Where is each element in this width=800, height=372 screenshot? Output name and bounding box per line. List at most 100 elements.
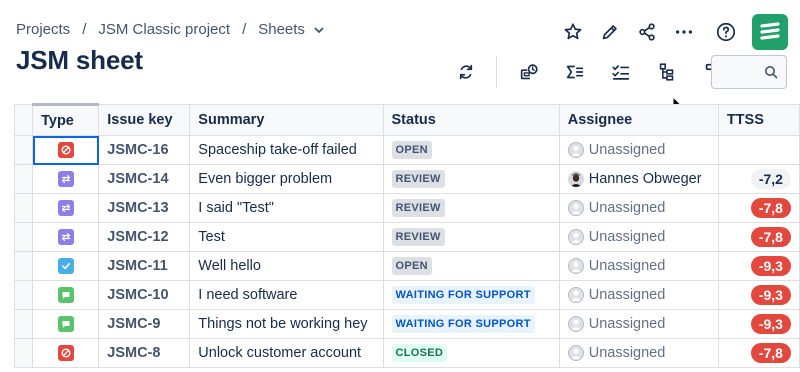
cell-assignee[interactable]: Unassigned <box>558 222 719 252</box>
cell-status[interactable]: CLOSED <box>382 338 560 368</box>
cell-type[interactable] <box>32 338 100 368</box>
cell-issue-key[interactable]: JSMC-11 <box>98 251 191 281</box>
table-row[interactable]: JSMC-12 Test REVIEW Unassigned -7,8 <box>14 222 800 252</box>
cell-summary[interactable]: Unlock customer account <box>189 338 384 368</box>
cell-ttss[interactable]: -7,2 <box>717 164 800 194</box>
row-handle[interactable] <box>14 222 34 252</box>
row-handle[interactable] <box>14 164 34 194</box>
breadcrumb-project[interactable]: JSM Classic project <box>98 21 230 38</box>
table-row[interactable]: JSMC-11 Well hello OPEN Unassigned -9,3 <box>14 251 800 281</box>
refresh-button[interactable] <box>450 56 482 88</box>
cell-status[interactable]: WAITING FOR SUPPORT <box>382 280 560 310</box>
issue-key-link[interactable]: JSMC-11 <box>107 258 167 274</box>
ttss-badge: -7,8 <box>750 227 791 247</box>
cell-status[interactable]: REVIEW <box>382 193 560 223</box>
issue-key-link[interactable]: JSMC-16 <box>107 142 168 158</box>
issue-key-link[interactable]: JSMC-14 <box>107 171 168 187</box>
cell-issue-key[interactable]: JSMC-9 <box>98 309 191 339</box>
cell-assignee[interactable]: Unassigned <box>558 135 719 165</box>
breadcrumb-sheets[interactable]: Sheets <box>258 21 305 38</box>
issue-key-link[interactable]: JSMC-13 <box>107 200 168 216</box>
table-row[interactable]: JSMC-13 I said "Test" REVIEW Unassigned -7,8 <box>14 193 800 223</box>
more-button[interactable] <box>666 14 702 50</box>
cell-type[interactable] <box>32 135 100 165</box>
app-logo[interactable] <box>752 14 788 50</box>
star-button[interactable] <box>555 14 591 50</box>
cell-issue-key[interactable]: JSMC-16 <box>98 135 191 165</box>
help-button[interactable] <box>708 14 744 50</box>
table-row[interactable]: JSMC-10 I need software WAITING FOR SUPPOR… <box>14 280 800 310</box>
cell-summary[interactable]: Well hello <box>189 251 384 281</box>
cell-status[interactable]: REVIEW <box>382 164 560 194</box>
cell-ttss[interactable]: -9,3 <box>717 280 800 310</box>
cell-issue-key[interactable]: JSMC-13 <box>98 193 191 223</box>
row-handle[interactable] <box>14 280 34 310</box>
checklist-button[interactable] <box>605 56 637 88</box>
share-view-button[interactable] <box>513 56 545 88</box>
cell-summary[interactable]: Spaceship take-off failed <box>189 135 384 165</box>
sum-button[interactable] <box>559 56 591 88</box>
search-input[interactable] <box>718 62 762 82</box>
cell-assignee[interactable]: Unassigned <box>558 338 719 368</box>
cell-ttss[interactable]: -9,3 <box>717 251 800 281</box>
column-header-issue-key[interactable]: Issue key <box>98 104 191 136</box>
cell-type[interactable] <box>32 222 100 252</box>
cell-summary[interactable]: I need software <box>189 280 384 310</box>
cell-assignee[interactable]: Hannes Obweger <box>558 164 719 194</box>
cell-ttss[interactable]: -7,8 <box>717 338 800 368</box>
cell-issue-key[interactable]: JSMC-10 <box>98 280 191 310</box>
table-row[interactable]: JSMC-8 Unlock customer account CLOSED Unass… <box>14 338 800 368</box>
row-handle[interactable] <box>14 135 34 165</box>
cell-issue-key[interactable]: JSMC-12 <box>98 222 191 252</box>
issue-key-link[interactable]: JSMC-9 <box>107 316 160 332</box>
cell-type[interactable] <box>32 164 100 194</box>
cell-summary[interactable]: I said "Test" <box>189 193 384 223</box>
column-header-assignee[interactable]: Assignee <box>558 104 719 136</box>
cell-type[interactable] <box>32 280 100 310</box>
share-button[interactable] <box>629 14 665 50</box>
cell-issue-key[interactable]: JSMC-14 <box>98 164 191 194</box>
issue-key-link[interactable]: JSMC-12 <box>107 229 168 245</box>
cell-type[interactable] <box>32 309 100 339</box>
cell-ttss[interactable]: -7,8 <box>717 222 800 252</box>
cell-summary[interactable]: Test <box>189 222 384 252</box>
cell-assignee[interactable]: Unassigned <box>558 193 719 223</box>
cell-ttss[interactable]: -7,8 <box>717 193 800 223</box>
table-row[interactable]: JSMC-16 Spaceship take-off failed OPEN Unas… <box>14 135 800 165</box>
cell-status[interactable]: OPEN <box>382 135 560 165</box>
cell-assignee[interactable]: Unassigned <box>558 251 719 281</box>
cell-ttss[interactable] <box>717 135 800 165</box>
cell-summary[interactable]: Even bigger problem <box>189 164 384 194</box>
breadcrumb-projects[interactable]: Projects <box>16 21 70 38</box>
status-lozenge: REVIEW <box>391 228 445 246</box>
cell-status[interactable]: OPEN <box>382 251 560 281</box>
cell-status[interactable]: WAITING FOR SUPPORT <box>382 309 560 339</box>
row-handle[interactable] <box>14 309 34 339</box>
cell-ttss[interactable]: -9,3 <box>717 309 800 339</box>
issue-key-link[interactable]: JSMC-8 <box>107 345 160 361</box>
column-header-summary[interactable]: Summary <box>189 104 384 136</box>
cell-assignee[interactable]: Unassigned <box>558 309 719 339</box>
row-handle[interactable] <box>14 251 34 281</box>
column-header-ttss[interactable]: TTSS <box>717 104 800 136</box>
cell-assignee[interactable]: Unassigned <box>558 280 719 310</box>
column-header-type[interactable]: Type <box>32 103 100 136</box>
table-row[interactable]: JSMC-14 Even bigger problem REVIEW Hannes O… <box>14 164 800 194</box>
unassigned-avatar-icon <box>567 200 584 216</box>
table-row[interactable]: JSMC-9 Things not be working hey WAITING F… <box>14 309 800 339</box>
cell-summary[interactable]: Things not be working hey <box>189 309 384 339</box>
cell-issue-key[interactable]: JSMC-8 <box>98 338 191 368</box>
row-handle[interactable] <box>14 338 34 368</box>
assignee: Unassigned <box>567 200 710 216</box>
cell-type[interactable] <box>32 251 100 281</box>
hierarchy-button[interactable] <box>651 56 683 88</box>
cell-status[interactable]: REVIEW <box>382 222 560 252</box>
chevron-down-icon[interactable] <box>313 24 325 36</box>
column-header-status[interactable]: Status <box>382 104 560 136</box>
edit-button[interactable] <box>592 14 628 50</box>
cell-type[interactable] <box>32 193 100 223</box>
checklist-icon <box>612 65 630 80</box>
row-handle[interactable] <box>14 193 34 223</box>
search-field[interactable] <box>711 55 787 89</box>
issue-key-link[interactable]: JSMC-10 <box>107 287 168 303</box>
